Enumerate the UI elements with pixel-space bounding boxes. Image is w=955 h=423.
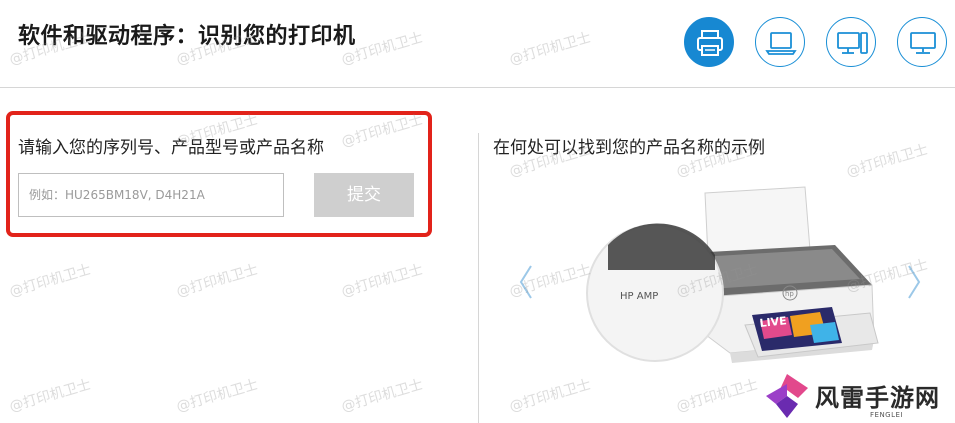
column-divider: [478, 133, 479, 423]
header-divider: [0, 87, 955, 88]
desktop-icon: [837, 32, 868, 54]
page-title: 软件和驱动程序：识别您的打印机: [18, 24, 356, 49]
laptop-device-button[interactable]: [755, 17, 805, 67]
printer-example-image: LIVE hp HP AMP: [586, 186, 879, 363]
printer-device-button[interactable]: [684, 17, 734, 67]
printer-icon: [697, 30, 723, 56]
submit-button[interactable]: 提交: [314, 173, 414, 217]
watermark-text: @打印机卫士: [7, 376, 93, 416]
watermark-text: @打印机卫士: [7, 261, 93, 301]
search-label: 请输入您的序列号、产品型号或产品名称: [18, 138, 324, 158]
monitor-icon: [910, 32, 936, 54]
example-title: 在何处可以找到您的产品名称的示例: [493, 138, 765, 158]
brand-name: 风雷手游网: [815, 384, 940, 412]
callout-product-name: HP AMP: [620, 291, 658, 302]
svg-text:hp: hp: [785, 290, 794, 298]
watermark-text: @打印机卫士: [507, 376, 593, 416]
monitor-device-button[interactable]: [897, 17, 947, 67]
watermark-text: @打印机卫士: [174, 376, 260, 416]
watermark-text: @打印机卫士: [174, 261, 260, 301]
desktop-device-button[interactable]: [826, 17, 876, 67]
laptop-icon: [765, 32, 797, 55]
carousel-next-icon[interactable]: [904, 262, 924, 302]
brand-subtitle: FENGLEI: [870, 411, 903, 419]
serial-number-input[interactable]: [18, 173, 284, 217]
brand-logo-icon: [766, 374, 808, 418]
watermark-text: @打印机卫士: [507, 29, 593, 69]
watermark-text: @打印机卫士: [674, 376, 760, 416]
carousel-prev-icon[interactable]: [516, 262, 536, 302]
watermark-text: @打印机卫士: [339, 261, 425, 301]
watermark-text: @打印机卫士: [339, 376, 425, 416]
